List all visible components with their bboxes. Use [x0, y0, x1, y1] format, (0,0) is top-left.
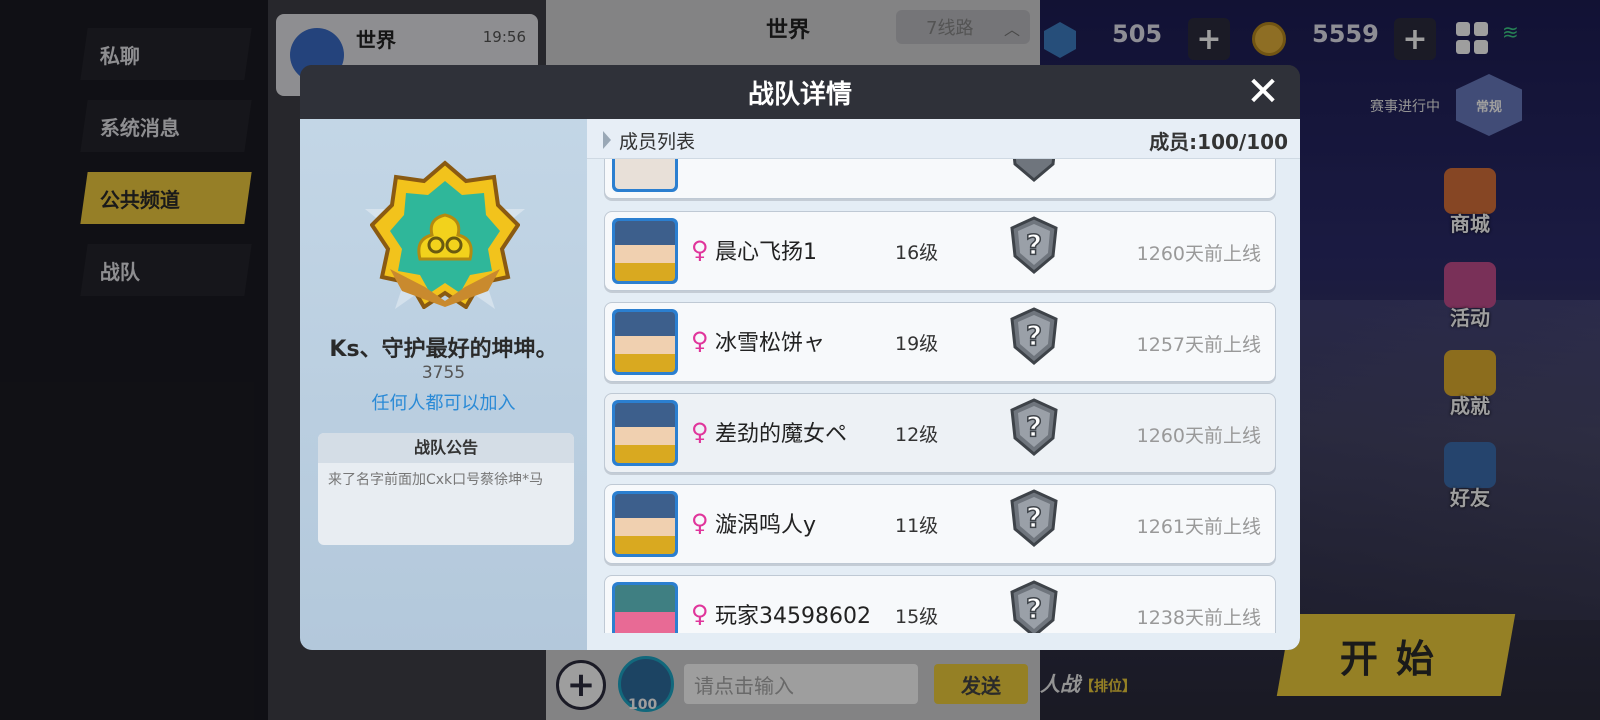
member-level: 11级 — [895, 515, 939, 537]
female-icon: ♀ — [691, 236, 709, 264]
member-name: 冰雪松饼ャ — [715, 331, 826, 356]
member-last-online: 1257天前上线 — [1136, 334, 1261, 356]
modal-header: 战队详情 ✕ — [300, 65, 1300, 119]
member-last-online: 1260天前上线 — [1136, 425, 1261, 447]
team-info-panel: Ks、守护最好的坤坤。 3755 任何人都可以加入 战队公告 来了名字前面加Cx… — [300, 119, 587, 650]
member-name: 漩涡鸣人y — [715, 513, 817, 538]
member-row[interactable]: ♀ 晨心飞扬1 16级 ? 1260天前上线 — [604, 211, 1276, 291]
member-row-partial[interactable] — [604, 159, 1276, 199]
member-avatar — [612, 582, 678, 633]
member-avatar — [612, 159, 678, 192]
member-avatar — [612, 491, 678, 557]
modal-title: 战队详情 — [747, 79, 852, 110]
join-policy: 任何人都可以加入 — [371, 393, 516, 414]
team-name: Ks、守护最好的坤坤。 — [329, 337, 558, 362]
svg-text:?: ? — [1026, 319, 1042, 352]
female-icon: ♀ — [691, 327, 709, 355]
member-count: 成员:100/100 — [1149, 130, 1288, 154]
member-level: 19级 — [895, 333, 939, 355]
member-avatar — [612, 218, 678, 284]
member-name: 差劲的魔女ペ — [715, 422, 848, 447]
team-notice: 战队公告 来了名字前面加Cxk口号蔡徐坤*马 — [318, 433, 574, 545]
member-last-online: 1260天前上线 — [1136, 243, 1261, 265]
member-list[interactable]: ♀ 晨心飞扬1 16级 ? 1260天前上线 ♀ 冰雪松饼ャ 19级 ? 125… — [587, 159, 1300, 633]
team-details-modal: 战队详情 ✕ Ks、守护最好的坤坤。 3755 任何人都可以加入 战队公告 来了… — [300, 65, 1300, 650]
female-icon: ♀ — [691, 600, 709, 628]
member-list-title: 成员列表 — [619, 131, 696, 153]
member-row[interactable]: ♀ 冰雪松饼ャ 19级 ? 1257天前上线 — [604, 302, 1276, 382]
member-list-panel: 成员列表 成员:100/100 ♀ 晨心飞扬1 16级 ? 1260天前上线 ♀… — [587, 119, 1300, 650]
member-level: 12级 — [895, 424, 939, 446]
member-list-header: 成员列表 成员:100/100 — [587, 119, 1300, 159]
female-icon: ♀ — [691, 509, 709, 537]
member-avatar — [612, 309, 678, 375]
member-row[interactable]: ♀ 玩家34598602 15级 ? 1238天前上线 — [604, 575, 1276, 633]
svg-text:?: ? — [1026, 228, 1042, 261]
member-level: 16级 — [895, 242, 939, 264]
notice-text: 来了名字前面加Cxk口号蔡徐坤*马 — [328, 472, 544, 488]
member-name: 晨心飞扬1 — [715, 240, 817, 265]
rank-unknown-icon — [1012, 159, 1056, 182]
member-avatar — [612, 400, 678, 466]
svg-text:?: ? — [1026, 501, 1042, 534]
team-badge-icon — [370, 160, 520, 309]
member-level: 15级 — [895, 606, 939, 628]
team-id: 3755 — [421, 363, 466, 383]
svg-text:?: ? — [1026, 592, 1042, 625]
rank-unknown-icon: ? — [1010, 307, 1058, 365]
female-icon: ♀ — [691, 418, 709, 446]
rank-unknown-icon: ? — [1010, 398, 1058, 456]
member-last-online: 1261天前上线 — [1136, 516, 1261, 538]
notice-title: 战队公告 — [318, 433, 574, 463]
rank-unknown-icon: ? — [1010, 489, 1058, 547]
rank-unknown-icon: ? — [1010, 580, 1058, 633]
svg-text:?: ? — [1026, 410, 1042, 443]
rank-unknown-icon: ? — [1010, 216, 1058, 274]
header-arrow-icon — [603, 131, 611, 149]
close-button[interactable]: ✕ — [1242, 69, 1284, 115]
member-row[interactable]: ♀ 漩涡鸣人y 11级 ? 1261天前上线 — [604, 484, 1276, 564]
member-row[interactable]: ♀ 差劲的魔女ペ 12级 ? 1260天前上线 — [604, 393, 1276, 473]
member-last-online: 1238天前上线 — [1136, 607, 1261, 629]
member-name: 玩家34598602 — [715, 604, 871, 629]
